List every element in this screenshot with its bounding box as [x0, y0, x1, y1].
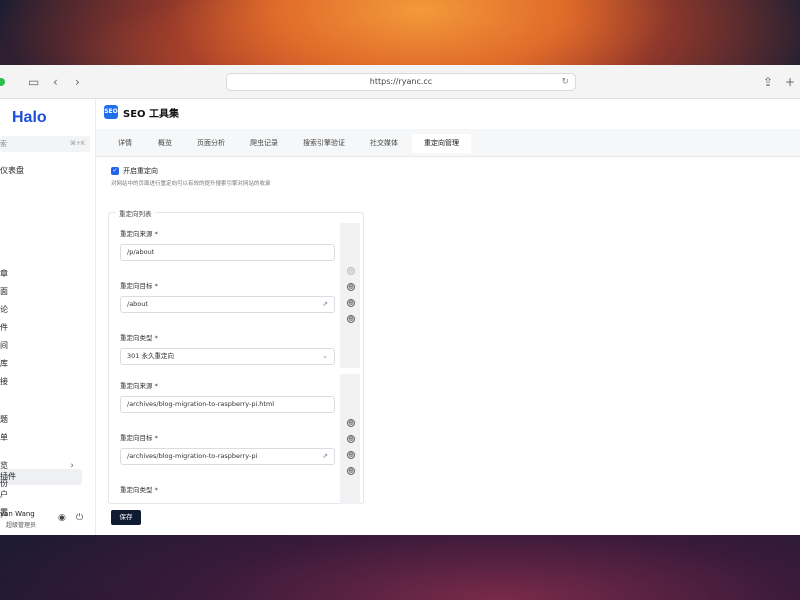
source-input[interactable]: /archives/blog-migration-to-raspberry-pi…	[120, 396, 335, 413]
target-label: 重定向目标 *	[120, 282, 158, 290]
move-down-icon[interactable]: ⊕	[347, 435, 355, 443]
sidebar-footer: yan Wang 超级管理员 ◉ ⏻ 概览 › 备份	[0, 99, 96, 535]
move-up-icon[interactable]: ⊕	[347, 419, 355, 427]
target-label: 重定向目标 *	[120, 434, 158, 442]
share-icon[interactable]: ⇪	[763, 74, 773, 90]
sidebar-item-label: 备份	[0, 479, 8, 488]
new-tab-icon[interactable]: +	[785, 74, 795, 90]
source-label: 重定向来源 *	[120, 382, 158, 390]
move-up-icon[interactable]: ⊕	[347, 267, 355, 275]
chevron-right-icon: ›	[70, 461, 74, 471]
user-name: yan Wang	[0, 510, 35, 518]
sidebar-item-label: 概览	[0, 461, 8, 470]
source-label: 重定向来源 *	[120, 230, 158, 238]
redirect-card-actions	[340, 223, 360, 368]
address-bar[interactable]: https://ryanc.cc ↻	[226, 73, 576, 91]
move-down-icon[interactable]: ⊕	[347, 283, 355, 291]
target-value: /about	[127, 300, 148, 308]
type-label: 重定向类型 *	[120, 486, 158, 494]
reload-icon[interactable]: ↻	[561, 74, 569, 90]
target-input[interactable]: /archives/blog-migration-to-raspberry-pi…	[120, 448, 335, 465]
save-button[interactable]: 保存	[111, 510, 141, 525]
chevron-down-icon: ⌄	[322, 352, 328, 360]
link-picker-icon[interactable]: ⇗	[322, 297, 328, 312]
browser-toolbar: ▭ ‹ › https://ryanc.cc ↻ ⇪ +	[0, 65, 800, 99]
back-icon[interactable]: ‹	[53, 74, 58, 90]
profile-icon[interactable]: ◉	[58, 513, 66, 523]
link-picker-icon[interactable]: ⇗	[322, 449, 328, 464]
source-input[interactable]: /p/about	[120, 244, 335, 261]
url-text: https://ryanc.cc	[369, 77, 433, 86]
window-zoom-button[interactable]	[0, 78, 5, 86]
sidebar-item-overview[interactable]: 概览 ›	[0, 458, 82, 474]
type-select[interactable]: 301 永久重定向 ⌄	[120, 348, 335, 365]
add-icon[interactable]: ⊕	[347, 299, 355, 307]
target-value: /archives/blog-migration-to-raspberry-pi	[127, 452, 258, 460]
redirect-list-legend: 重定向列表	[116, 208, 155, 218]
type-label: 重定向类型 *	[120, 334, 158, 342]
sidebar-toggle-icon[interactable]: ▭	[28, 74, 39, 90]
redirect-panel: 重定向列表 重定向来源 * /p/about 重定向目标 * /about ⇗ 重…	[96, 99, 800, 535]
add-icon[interactable]: ⊕	[347, 451, 355, 459]
remove-icon[interactable]: ⊕	[347, 315, 355, 323]
logout-icon[interactable]: ⏻	[76, 513, 83, 523]
sidebar-item-backup[interactable]: 备份	[0, 476, 82, 492]
user-role: 超级管理员	[6, 522, 37, 529]
remove-icon[interactable]: ⊕	[347, 467, 355, 475]
target-input[interactable]: /about ⇗	[120, 296, 335, 313]
forward-icon[interactable]: ›	[75, 74, 80, 90]
type-value: 301 永久重定向	[127, 352, 174, 360]
